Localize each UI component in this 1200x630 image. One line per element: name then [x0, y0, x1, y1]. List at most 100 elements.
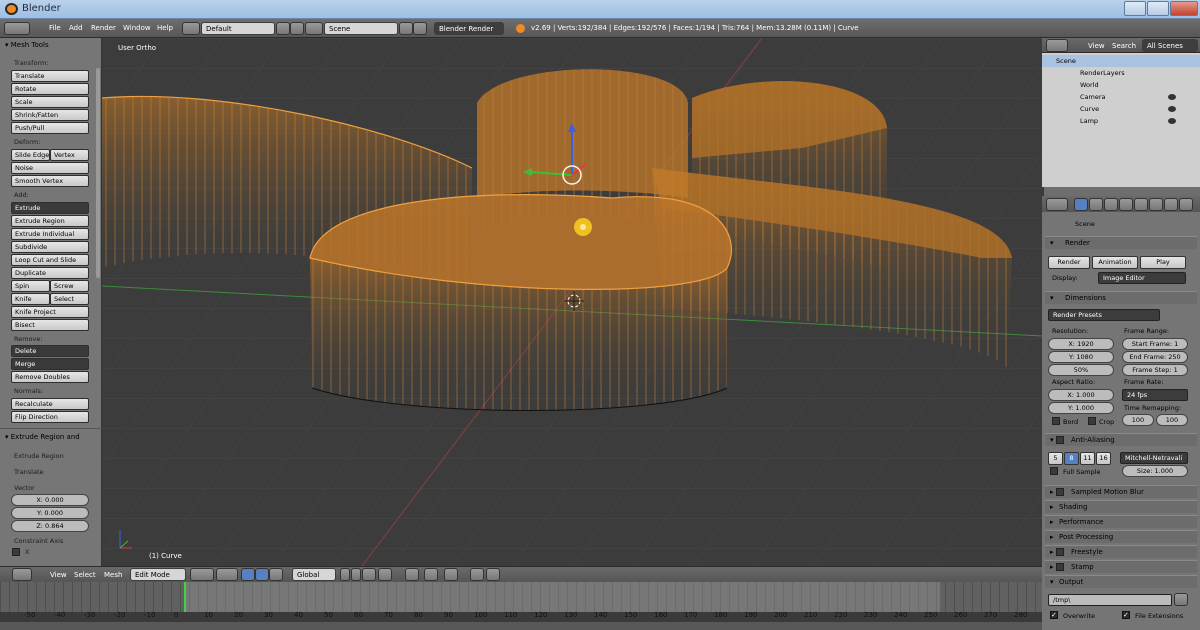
viewport-scene[interactable] [102, 38, 1042, 566]
scene-icon[interactable] [305, 22, 323, 35]
flip-direction-button[interactable]: Flip Direction [11, 411, 89, 423]
operator-panel-title[interactable]: ▾ Extrude Region and [5, 433, 80, 441]
bisect-button[interactable]: Bisect [11, 319, 89, 331]
antialiasing-checkbox[interactable] [1056, 436, 1064, 444]
menu-render[interactable]: Render [91, 24, 116, 32]
viewport-editor-type-icon[interactable] [12, 568, 32, 581]
add-layout-button[interactable] [276, 22, 290, 35]
freestyle-checkbox[interactable] [1056, 548, 1064, 556]
resolution-y-field[interactable]: Y: 1080 [1048, 351, 1114, 363]
loop-cut-button[interactable]: Loop Cut and Slide [11, 254, 89, 266]
menu-help[interactable]: Help [157, 24, 173, 32]
remap-new-field[interactable]: 100 [1156, 414, 1188, 426]
play-button[interactable]: Play [1140, 256, 1186, 269]
mesh-tools-title[interactable]: ▾ Mesh Tools [5, 41, 49, 49]
menu-file[interactable]: File [49, 24, 61, 32]
outliner-item-camera[interactable]: Camera [1042, 91, 1200, 103]
remove-scene-button[interactable] [413, 22, 427, 35]
mode-select[interactable]: Edit Mode [130, 568, 186, 581]
menu-select[interactable]: Select [74, 571, 96, 579]
world-tab-icon[interactable] [1119, 198, 1133, 211]
freestyle-panel-header[interactable]: ▸ Freestyle [1045, 545, 1197, 558]
layer-button-2[interactable] [351, 568, 361, 581]
render-panel-header[interactable]: ▾ Render [1045, 236, 1197, 249]
screw-button[interactable]: Screw [50, 280, 89, 292]
scene-tab-icon[interactable] [1104, 198, 1118, 211]
end-frame-field[interactable]: End Frame: 250 [1122, 351, 1188, 363]
visibility-eye-icon[interactable] [1168, 118, 1176, 124]
constraint-x-checkbox[interactable] [12, 548, 20, 556]
overwrite-checkbox[interactable]: ✓ [1050, 611, 1058, 619]
aspect-y-field[interactable]: Y: 1.000 [1048, 402, 1114, 414]
vector-z-field[interactable]: Z: 0.864 [11, 520, 89, 532]
render-engine-select[interactable]: Blender Render [434, 22, 504, 35]
viewport-shading-icon[interactable] [190, 568, 214, 581]
subdivide-button[interactable]: Subdivide [11, 241, 89, 253]
properties-editor-icon[interactable] [1046, 198, 1068, 211]
proportional-edit-icon[interactable] [405, 568, 419, 581]
snap-icon[interactable] [424, 568, 438, 581]
aa-size-field[interactable]: Size: 1.000 [1122, 465, 1188, 477]
lamp-icon[interactable] [574, 218, 592, 236]
3d-viewport[interactable]: User Ortho (1) Curve [102, 38, 1042, 566]
select-button[interactable]: Select [50, 293, 89, 305]
outliner-menu-view[interactable]: View [1088, 42, 1105, 50]
orientation-select[interactable]: Global [292, 568, 336, 581]
performance-panel-header[interactable]: ▸ Performance [1045, 515, 1197, 528]
knife-project-button[interactable]: Knife Project [11, 306, 89, 318]
slide-edge-button[interactable]: Slide Edge [11, 149, 50, 161]
knife-button[interactable]: Knife [11, 293, 50, 305]
remove-layout-button[interactable] [290, 22, 304, 35]
border-checkbox[interactable] [1052, 417, 1060, 425]
render-presets-select[interactable]: Render Presets [1048, 309, 1160, 321]
render-anim-icon[interactable] [486, 568, 500, 581]
screen-layout-field[interactable]: Default [201, 22, 275, 35]
vector-x-field[interactable]: X: 0.000 [11, 494, 89, 506]
duplicate-button[interactable]: Duplicate [11, 267, 89, 279]
motion-blur-checkbox[interactable] [1056, 488, 1064, 496]
frame-step-field[interactable]: Frame Step: 1 [1122, 364, 1188, 376]
object-tab-icon[interactable] [1134, 198, 1148, 211]
stamp-checkbox[interactable] [1056, 563, 1064, 571]
outliner-scrollbar[interactable] [1044, 187, 1200, 196]
scene-field[interactable]: Scene [324, 22, 398, 35]
vector-y-field[interactable]: Y: 0.000 [11, 507, 89, 519]
outliner-editor-icon[interactable] [1046, 39, 1068, 52]
resolution-x-field[interactable]: X: 1920 [1048, 338, 1114, 350]
screen-layout-icon[interactable] [182, 22, 200, 35]
folder-browse-icon[interactable] [1174, 593, 1188, 606]
recalculate-button[interactable]: Recalculate [11, 398, 89, 410]
snap-target-icon[interactable] [444, 568, 458, 581]
crop-checkbox[interactable] [1088, 417, 1096, 425]
spin-button[interactable]: Spin [11, 280, 50, 292]
maximize-button[interactable] [1147, 1, 1169, 16]
aspect-x-field[interactable]: X: 1.000 [1048, 389, 1114, 401]
aa-filter-select[interactable]: Mitchell-Netravali [1120, 452, 1188, 464]
animation-button[interactable]: Animation [1092, 256, 1138, 269]
layer-button-1[interactable] [340, 568, 350, 581]
aa-samples-16[interactable]: 16 [1096, 452, 1111, 465]
tool-shelf-scrollbar[interactable] [96, 68, 100, 278]
outliner-item-scene[interactable]: Scene [1042, 55, 1200, 67]
remap-old-field[interactable]: 100 [1122, 414, 1154, 426]
outliner-item-lamp[interactable]: Lamp [1042, 115, 1200, 127]
display-select[interactable]: Image Editor [1098, 272, 1186, 284]
remove-doubles-button[interactable]: Remove Doubles [11, 371, 89, 383]
visibility-eye-icon[interactable] [1168, 94, 1176, 100]
noise-button[interactable]: Noise [11, 162, 89, 174]
frame-rate-select[interactable]: 24 fps [1122, 389, 1188, 401]
aa-samples-8[interactable]: 8 [1064, 452, 1079, 465]
outliner-item-curve[interactable]: Curve [1042, 103, 1200, 115]
menu-window[interactable]: Window [123, 24, 151, 32]
dimensions-panel-header[interactable]: ▾ Dimensions [1045, 291, 1197, 304]
rotate-manipulator-icon[interactable] [269, 568, 283, 581]
output-path-field[interactable]: /tmp\ [1048, 594, 1172, 606]
extrude-region-button[interactable]: Extrude Region [11, 215, 89, 227]
post-processing-panel-header[interactable]: ▸ Post Processing [1045, 530, 1197, 543]
scale-button[interactable]: Scale [11, 96, 89, 108]
aa-samples-11[interactable]: 11 [1080, 452, 1095, 465]
antialiasing-panel-header[interactable]: ▾ Anti-Aliasing [1045, 433, 1197, 446]
menu-add[interactable]: Add [69, 24, 83, 32]
menu-view[interactable]: View [50, 571, 67, 579]
delete-menu[interactable]: Delete [11, 345, 89, 357]
